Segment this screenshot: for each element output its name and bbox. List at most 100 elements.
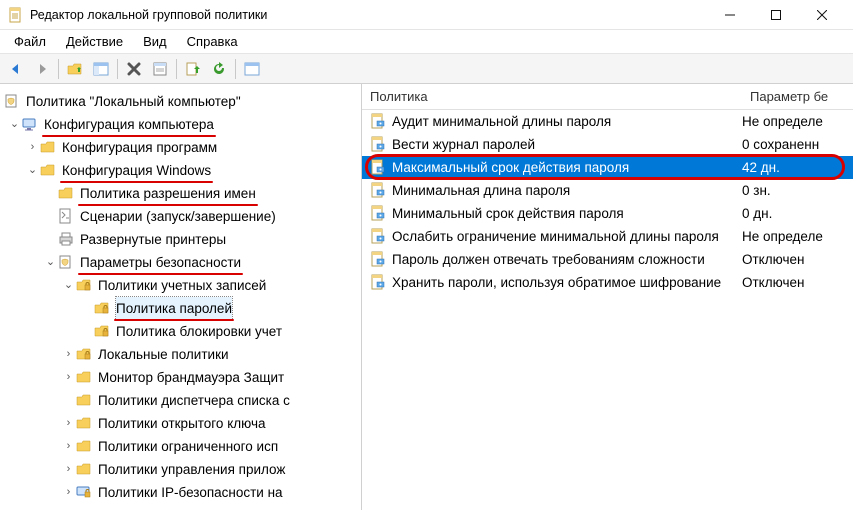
minimize-button[interactable]	[707, 0, 753, 30]
close-button[interactable]	[799, 0, 845, 30]
expander-icon[interactable]: ⌄	[61, 274, 76, 297]
policy-item-icon	[370, 251, 388, 269]
policy-name: Минимальная длина пароля	[392, 183, 742, 198]
tree-item[interactable]: › Монитор брандмауэра Защит	[0, 366, 361, 389]
list-row[interactable]: Пароль должен отвечать требованиям сложн…	[362, 248, 853, 271]
policy-item-icon	[370, 136, 388, 154]
tree-item[interactable]: ⌄ Политики учетных записей	[0, 274, 361, 297]
tree-item[interactable]: Политика разрешения имен	[0, 182, 361, 205]
folder-lock-icon	[76, 346, 94, 364]
policy-name: Аудит минимальной длины пароля	[392, 114, 742, 129]
tree-item[interactable]: › Политики ограниченного исп	[0, 435, 361, 458]
delete-button[interactable]	[122, 57, 146, 81]
list-row[interactable]: Вести журнал паролей 0 сохраненн	[362, 133, 853, 156]
tree-item[interactable]: Политики диспетчера списка с	[0, 389, 361, 412]
policy-item-icon	[370, 182, 388, 200]
export-button[interactable]	[181, 57, 205, 81]
show-hide-tree-button[interactable]	[89, 57, 113, 81]
folder-icon	[76, 369, 94, 387]
up-button[interactable]	[63, 57, 87, 81]
tree-item[interactable]: ⌄ Параметры безопасности	[0, 251, 361, 274]
tree-item[interactable]: ⌄ Конфигурация компьютера	[0, 113, 361, 136]
tree-root-label: Политика "Локальный компьютер"	[26, 90, 241, 113]
folder-icon	[76, 392, 94, 410]
forward-button[interactable]	[30, 57, 54, 81]
tree-item[interactable]: › Локальные политики	[0, 343, 361, 366]
tree-item[interactable]: › Политики IP-безопасности на	[0, 481, 361, 504]
filter-button[interactable]	[240, 57, 264, 81]
policy-value: 0 дн.	[742, 206, 853, 221]
expander-icon[interactable]: ⌄	[43, 251, 58, 274]
expander-icon[interactable]: ⌄	[7, 113, 22, 136]
expander-icon[interactable]: ›	[61, 412, 76, 435]
policy-name: Ослабить ограничение минимальной длины п…	[392, 229, 742, 244]
security-icon	[58, 254, 76, 272]
menu-view[interactable]: Вид	[133, 32, 177, 51]
tree-item-label: Политика паролей	[116, 297, 232, 320]
column-policy[interactable]: Политика	[362, 89, 742, 104]
tree-item-label: Конфигурация компьютера	[44, 113, 214, 136]
tree-item[interactable]: Политика паролей	[0, 297, 361, 320]
expander-icon[interactable]: ›	[61, 481, 76, 504]
folder-icon	[76, 415, 94, 433]
script-icon	[58, 208, 76, 226]
maximize-button[interactable]	[753, 0, 799, 30]
tree-item-label: Политики диспетчера списка с	[98, 389, 290, 412]
menu-action[interactable]: Действие	[56, 32, 133, 51]
tree-item[interactable]: Политика блокировки учет	[0, 320, 361, 343]
menu-file[interactable]: Файл	[4, 32, 56, 51]
tree-item-label: Монитор брандмауэра Защит	[98, 366, 284, 389]
policy-item-icon	[370, 274, 388, 292]
tree-item-label: Политика разрешения имен	[80, 182, 256, 205]
tree-item[interactable]: › Политики управления прилож	[0, 458, 361, 481]
expander-icon[interactable]: ›	[61, 435, 76, 458]
tree-item[interactable]: Развернутые принтеры	[0, 228, 361, 251]
policy-name: Максимальный срок действия пароля	[392, 160, 742, 175]
list-row[interactable]: Минимальная длина пароля 0 зн.	[362, 179, 853, 202]
list-row[interactable]: Аудит минимальной длины пароля Не опреде…	[362, 110, 853, 133]
expander-icon[interactable]: ›	[61, 458, 76, 481]
folder-lock-icon	[94, 323, 112, 341]
policy-value: 0 зн.	[742, 183, 853, 198]
tree-item[interactable]: › Конфигурация программ	[0, 136, 361, 159]
expander-icon[interactable]: ›	[61, 366, 76, 389]
tree-item[interactable]: Сценарии (запуск/завершение)	[0, 205, 361, 228]
app-icon	[8, 7, 24, 23]
expander-icon[interactable]: ⌄	[25, 159, 40, 182]
folder-icon	[40, 162, 58, 180]
ipsec-icon	[76, 484, 94, 502]
policy-value: Не определе	[742, 114, 853, 129]
titlebar: Редактор локальной групповой политики	[0, 0, 853, 30]
policy-root-icon	[4, 93, 22, 111]
policy-item-icon	[370, 205, 388, 223]
properties-button[interactable]	[148, 57, 172, 81]
folder-icon	[76, 461, 94, 479]
list-row[interactable]: Хранить пароли, используя обратимое шифр…	[362, 271, 853, 294]
tree-item-label: Параметры безопасности	[80, 251, 241, 274]
expander-icon[interactable]: ›	[61, 343, 76, 366]
policy-value: Отключен	[742, 252, 853, 267]
list-header: Политика Параметр бе	[362, 84, 853, 110]
computer-icon	[22, 116, 40, 134]
expander-icon[interactable]: ›	[25, 136, 40, 159]
tree-item-label: Сценарии (запуск/завершение)	[80, 205, 276, 228]
refresh-button[interactable]	[207, 57, 231, 81]
policy-name: Пароль должен отвечать требованиям сложн…	[392, 252, 742, 267]
tree-root[interactable]: Политика "Локальный компьютер"	[0, 90, 361, 113]
tree-item-label: Конфигурация программ	[62, 136, 217, 159]
back-button[interactable]	[4, 57, 28, 81]
list-row[interactable]: Ослабить ограничение минимальной длины п…	[362, 225, 853, 248]
tree-item[interactable]: ⌄ Конфигурация Windows	[0, 159, 361, 182]
column-value[interactable]: Параметр бе	[742, 89, 853, 104]
policy-value: 42 дн.	[742, 160, 853, 175]
list-row[interactable]: Максимальный срок действия пароля 42 дн.	[362, 156, 853, 179]
policy-value: 0 сохраненн	[742, 137, 853, 152]
tree-item[interactable]: › Политики открытого ключа	[0, 412, 361, 435]
menu-help[interactable]: Справка	[177, 32, 248, 51]
list-row[interactable]: Минимальный срок действия пароля 0 дн.	[362, 202, 853, 225]
policy-name: Хранить пароли, используя обратимое шифр…	[392, 275, 742, 290]
list-pane: Политика Параметр бе Аудит минимальной д…	[362, 84, 853, 510]
policy-item-icon	[370, 159, 388, 177]
tree-item-label: Политики IP-безопасности на	[98, 481, 283, 504]
printer-icon	[58, 231, 76, 249]
